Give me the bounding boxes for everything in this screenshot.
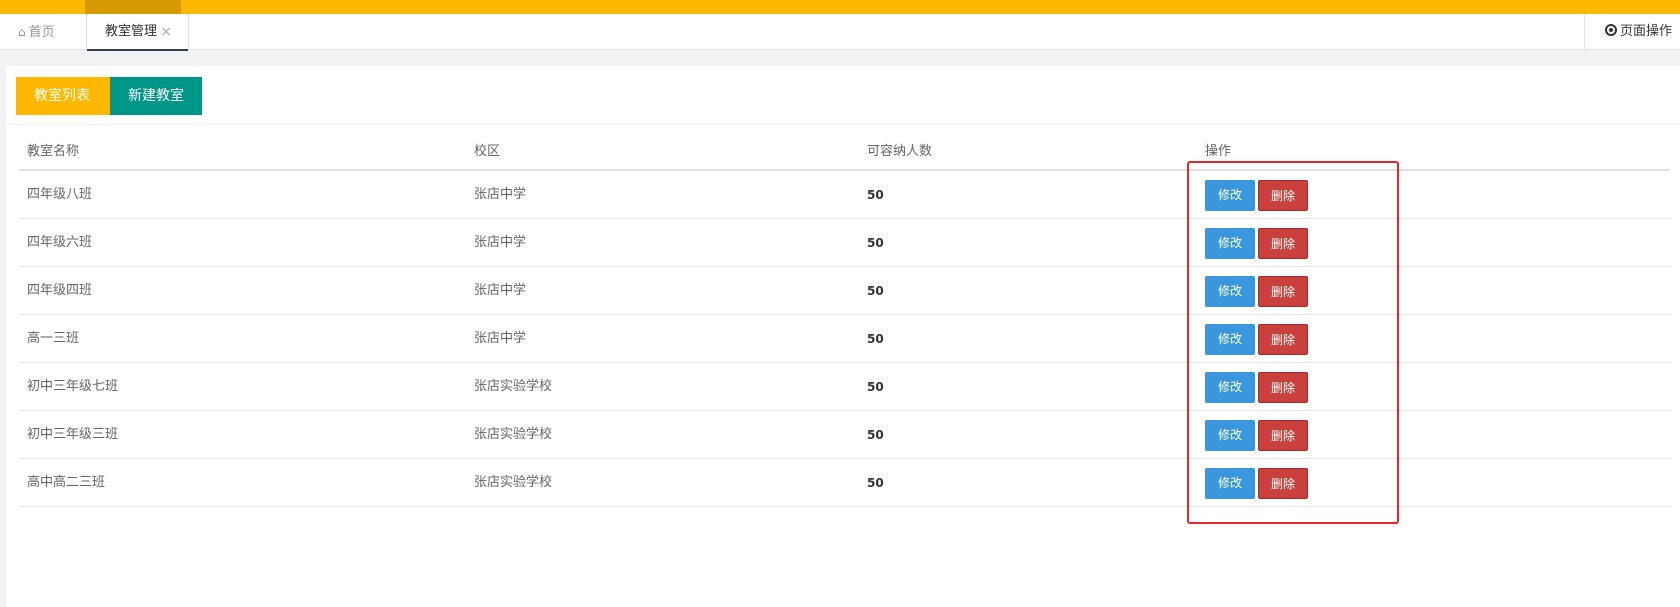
table-header-row: 教室名称 校区 可容纳人数 操作 <box>19 137 1670 171</box>
actions-cell: 修改 删除 <box>1205 276 1308 307</box>
classroom-name-cell: 四年级八班 <box>27 187 93 202</box>
page-operations-label: 页面操作 <box>1620 24 1673 39</box>
delete-button[interactable]: 删除 <box>1258 420 1308 451</box>
tab-bar: ⌂ 首页 教室管理 × 页面操作 <box>0 14 1680 51</box>
classroom-name-cell: 高一三班 <box>27 331 80 346</box>
delete-button[interactable]: 删除 <box>1258 372 1308 403</box>
table-row: 四年级八班 张店中学 50 修改 删除 <box>19 171 1670 219</box>
classroom-name-cell: 四年级四班 <box>27 283 93 298</box>
actions-cell: 修改 删除 <box>1205 468 1308 499</box>
campus-cell: 张店中学 <box>474 331 527 346</box>
target-icon <box>1605 24 1617 36</box>
table-row: 高一三班 张店中学 50 修改 删除 <box>19 315 1670 363</box>
table-row: 初中三年级七班 张店实验学校 50 修改 删除 <box>19 363 1670 411</box>
table-row: 四年级六班 张店中学 50 修改 删除 <box>19 219 1670 267</box>
header-classroom-name: 教室名称 <box>27 144 80 159</box>
classroom-name-cell: 高中高二三班 <box>27 475 106 490</box>
tab-home[interactable]: ⌂ 首页 <box>0 14 86 50</box>
actions-cell: 修改 删除 <box>1205 180 1308 211</box>
classroom-list-button[interactable]: 教室列表 <box>16 77 110 115</box>
edit-button[interactable]: 修改 <box>1205 180 1255 211</box>
header-capacity: 可容纳人数 <box>867 144 933 159</box>
campus-cell: 张店实验学校 <box>474 427 553 442</box>
table-row: 初中三年级三班 张店实验学校 50 修改 删除 <box>19 411 1670 459</box>
edit-button[interactable]: 修改 <box>1205 468 1255 499</box>
classroom-name-cell: 初中三年级三班 <box>27 427 119 442</box>
edit-button[interactable]: 修改 <box>1205 324 1255 355</box>
table-row: 四年级四班 张店中学 50 修改 删除 <box>19 267 1670 315</box>
actions-cell: 修改 删除 <box>1205 372 1308 403</box>
capacity-cell: 50 <box>867 188 884 202</box>
table-row: 高中高二三班 张店实验学校 50 修改 删除 <box>19 459 1670 507</box>
header-campus: 校区 <box>474 144 501 159</box>
campus-cell: 张店中学 <box>474 187 527 202</box>
actions-cell: 修改 删除 <box>1205 420 1308 451</box>
top-accent-bar <box>0 0 1680 14</box>
tab-classroom-management[interactable]: 教室管理 × <box>86 14 189 51</box>
campus-cell: 张店实验学校 <box>474 379 553 394</box>
tab-classroom-label: 教室管理 <box>105 24 158 39</box>
capacity-cell: 50 <box>867 476 884 490</box>
capacity-cell: 50 <box>867 380 884 394</box>
edit-button[interactable]: 修改 <box>1205 420 1255 451</box>
close-icon[interactable]: × <box>160 14 172 50</box>
classroom-name-cell: 四年级六班 <box>27 235 93 250</box>
actions-cell: 修改 删除 <box>1205 228 1308 259</box>
delete-button[interactable]: 删除 <box>1258 228 1308 259</box>
delete-button[interactable]: 删除 <box>1258 468 1308 499</box>
divider <box>6 124 1680 125</box>
view-switch-group: 教室列表 新建教室 <box>16 77 202 115</box>
edit-button[interactable]: 修改 <box>1205 276 1255 307</box>
campus-cell: 张店中学 <box>474 235 527 250</box>
delete-button[interactable]: 删除 <box>1258 276 1308 307</box>
actions-cell: 修改 删除 <box>1205 324 1308 355</box>
edit-button[interactable]: 修改 <box>1205 372 1255 403</box>
capacity-cell: 50 <box>867 236 884 250</box>
top-accent-active-segment <box>85 0 181 14</box>
campus-cell: 张店中学 <box>474 283 527 298</box>
header-actions: 操作 <box>1205 144 1232 159</box>
classroom-name-cell: 初中三年级七班 <box>27 379 119 394</box>
delete-button[interactable]: 删除 <box>1258 180 1308 211</box>
edit-button[interactable]: 修改 <box>1205 228 1255 259</box>
new-classroom-button[interactable]: 新建教室 <box>110 77 202 115</box>
capacity-cell: 50 <box>867 284 884 298</box>
classroom-table: 教室名称 校区 可容纳人数 操作 四年级八班 张店中学 50 修改 删除 四年级六班 张店中… <box>19 137 1670 507</box>
capacity-cell: 50 <box>867 428 884 442</box>
campus-cell: 张店实验学校 <box>474 475 553 490</box>
home-icon: ⌂ <box>18 25 26 39</box>
table-body: 四年级八班 张店中学 50 修改 删除 四年级六班 张店中学 50 修改 删除 四年级四班 张店中学 5… <box>19 171 1670 507</box>
page-operations-button[interactable]: 页面操作 <box>1584 14 1680 50</box>
tab-home-label: 首页 <box>28 25 55 40</box>
delete-button[interactable]: 删除 <box>1258 324 1308 355</box>
capacity-cell: 50 <box>867 332 884 346</box>
